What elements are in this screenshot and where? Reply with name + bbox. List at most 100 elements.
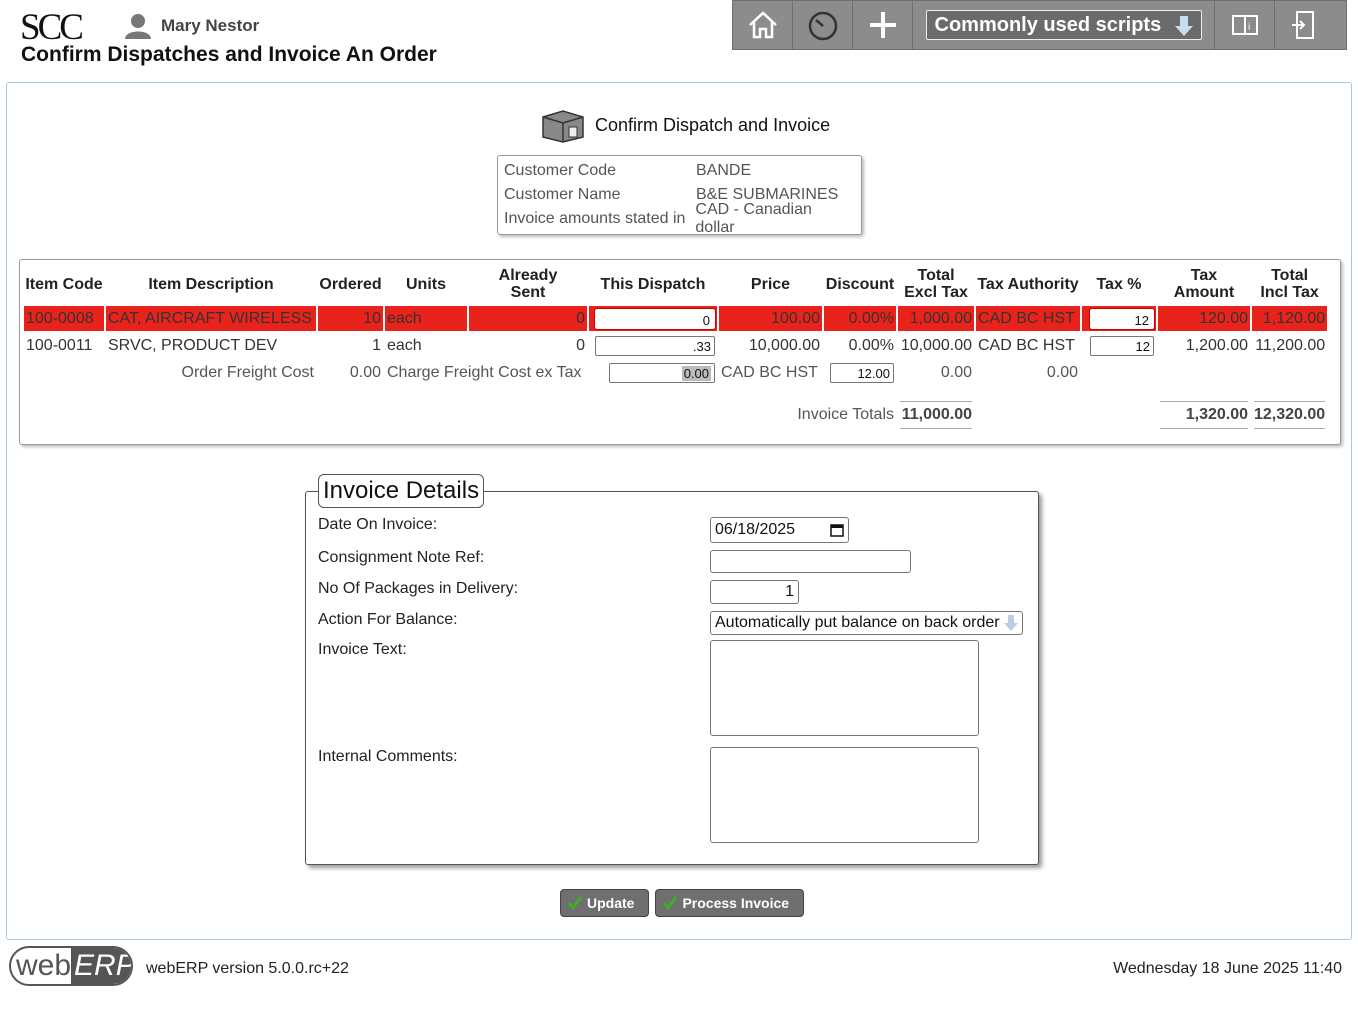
header-discount: Discount <box>825 275 895 293</box>
checkmark-icon <box>567 896 583 911</box>
total-tax-cell: 1,320.00 <box>1158 387 1250 429</box>
freight-tax-pct-input[interactable]: 12.00 <box>830 362 894 383</box>
item-total-excl: 10,000.00 <box>900 336 972 354</box>
arrow-down-icon <box>1004 615 1018 631</box>
total-incl-cell: 12,320.00 <box>1252 387 1327 429</box>
item-price: 100.00 <box>719 306 822 331</box>
freight-tax-amount-1: 0.00 <box>940 363 972 381</box>
charge-freight-value: 0.00 <box>681 365 711 381</box>
table-row: 100-0011 SRVC, PRODUCT DEV 1 each 0 .33 … <box>24 333 1327 358</box>
customer-name-label: Customer Name <box>504 186 621 203</box>
balance-label: Action For Balance: <box>318 611 458 628</box>
svg-text:i: i <box>1248 22 1250 33</box>
header-item-description: Item Description <box>148 275 274 293</box>
dashboard-button[interactable] <box>793 1 853 49</box>
panel-title: Confirm Dispatch and Invoice <box>539 107 830 143</box>
home-button[interactable] <box>733 1 793 49</box>
header-ordered: Ordered <box>319 275 382 293</box>
dispatch-qty-input[interactable]: .33 <box>595 335 715 356</box>
table-header-row: Item Code Item Description Ordered Units… <box>24 264 1327 304</box>
scripts-label: Commonly used scripts <box>934 13 1162 36</box>
version-text: webERP version 5.0.0.rc+22 <box>146 960 349 977</box>
charge-freight-input[interactable]: 0.00 <box>609 362 715 383</box>
balance-select[interactable]: Automatically put balance on back order <box>710 611 1023 635</box>
invoice-details-legend: Invoice Details <box>318 474 485 508</box>
item-total-excl: 1,000.00 <box>898 306 974 331</box>
header-total-excl-tax: Total Excl Tax <box>898 264 974 304</box>
header-total-excl-line2: Excl Tax <box>904 284 968 301</box>
item-total-incl: 1,120.00 <box>1252 306 1328 331</box>
tax-pct-input[interactable]: 12 <box>1090 335 1154 356</box>
scripts-wrapper: Commonly used scripts <box>913 1 1215 49</box>
item-already-sent: 0 <box>469 306 587 331</box>
consignment-input[interactable] <box>710 550 911 573</box>
manual-book-icon: i <box>1231 15 1258 35</box>
toolbar: Commonly used scripts i <box>732 0 1347 50</box>
item-already-sent: 0 <box>576 336 585 354</box>
item-ordered: 10 <box>318 306 383 331</box>
header-total-incl-line1: Total <box>1271 267 1309 284</box>
manual-button[interactable]: i <box>1215 1 1275 49</box>
items-table: Item Code Item Description Ordered Units… <box>22 262 1329 431</box>
item-ordered: 1 <box>372 336 381 354</box>
date-value: 06/18/2025 <box>715 521 796 538</box>
total-incl-tax: 12,320.00 <box>1254 401 1326 429</box>
header-already-sent-line1: Already <box>498 267 558 284</box>
internal-comments-area[interactable] <box>710 747 979 843</box>
header-tax-pct: Tax % <box>1096 275 1142 293</box>
item-tax-amount: 1,200.00 <box>1185 336 1248 354</box>
freight-row: Order Freight Cost 0.00 Charge Freight C… <box>24 360 1327 385</box>
tax-pct-input[interactable]: 12 <box>1089 307 1155 330</box>
home-icon <box>748 11 777 39</box>
new-button[interactable] <box>853 1 913 49</box>
process-invoice-button-label: Process Invoice <box>682 895 790 911</box>
invoice-text-label: Invoice Text: <box>318 641 407 658</box>
header-item-code: Item Code <box>25 275 103 293</box>
header-total-excl-line1: Total <box>917 267 955 284</box>
item-description: SRVC, PRODUCT DEV <box>108 336 278 354</box>
update-button[interactable]: Update <box>560 889 650 917</box>
freight-tax-authority: CAD BC HST <box>721 363 818 381</box>
item-code[interactable]: 100-0011 <box>24 333 104 358</box>
calendar-icon <box>830 524 844 537</box>
update-button-label: Update <box>587 895 635 911</box>
dispatch-qty-input[interactable]: 0 <box>594 307 716 330</box>
dispatch-cell: .33 <box>589 333 717 358</box>
panel-title-text: Confirm Dispatch and Invoice <box>595 114 831 135</box>
logout-button[interactable] <box>1275 1 1335 49</box>
weberp-logo[interactable]: web ERP <box>9 946 133 986</box>
dashboard-gauge-icon <box>808 11 837 41</box>
weberp-logo-web: web <box>16 949 72 982</box>
invoice-details-fieldset: Invoice Details Date On Invoice: 06/18/2… <box>305 474 1039 865</box>
arrow-down-icon <box>1174 16 1193 36</box>
item-tax-amount: 120.00 <box>1158 306 1250 331</box>
items-table-wrapper: Item Code Item Description Ordered Units… <box>19 259 1341 445</box>
item-code[interactable]: 100-0008 <box>24 306 104 331</box>
currency-value: CAD - Canadian dollar <box>695 201 812 236</box>
main-panel: Confirm Dispatch and Invoice Customer Co… <box>6 82 1352 940</box>
checkmark-icon <box>663 896 678 911</box>
date-input[interactable]: 06/18/2025 <box>710 517 849 543</box>
totals-spacer <box>976 387 1156 429</box>
customer-info-table: Customer Code BANDE Customer Name B&E SUBM… <box>497 155 862 236</box>
invoice-text-area[interactable] <box>710 640 979 736</box>
process-invoice-button[interactable]: Process Invoice <box>655 889 805 917</box>
header-already-sent-line2: Sent <box>510 284 546 301</box>
header: SCC Mary Nestor Confirm Dispatches and I… <box>0 0 1358 78</box>
commonly-used-scripts-select[interactable]: Commonly used scripts <box>925 10 1202 40</box>
header-total-incl-tax: Total Incl Tax <box>1252 264 1327 304</box>
item-description: CAT, AIRCRAFT WIRELESS <box>106 306 316 331</box>
item-tax-authority: CAD BC HST <box>978 336 1075 354</box>
charge-freight-cell: 0.00 <box>589 360 717 385</box>
header-units: Units <box>406 275 446 293</box>
header-this-dispatch: This Dispatch <box>600 275 706 293</box>
user-name[interactable]: Mary Nestor <box>161 16 259 36</box>
action-buttons: Update Process Invoice <box>560 889 805 917</box>
total-tax-amount: 1,320.00 <box>1160 401 1248 429</box>
order-freight-label: Order Freight Cost <box>181 363 314 381</box>
consignment-label: Consignment Note Ref: <box>318 549 485 566</box>
packages-input[interactable]: 1 <box>710 580 799 604</box>
item-units: each <box>387 336 422 354</box>
footer: web ERP webERP version 5.0.0.rc+22 Wedne… <box>6 944 1352 1004</box>
item-discount: 0.00% <box>824 306 896 331</box>
